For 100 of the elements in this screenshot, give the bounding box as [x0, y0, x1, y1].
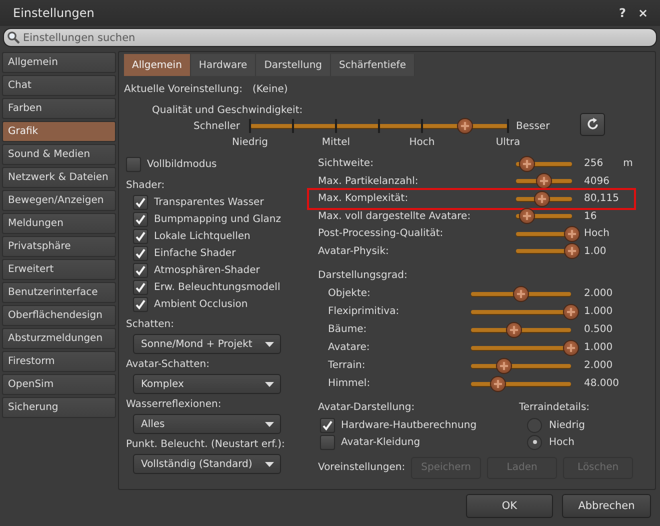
section-label: Avatar-Darstellung:	[318, 401, 416, 415]
setting-label: Avatar-Physik:	[318, 246, 390, 257]
sidebar-item[interactable]: Sicherung	[2, 397, 116, 418]
checkbox-label: Transparentes Wasser	[154, 197, 264, 208]
sidebar-item[interactable]: Absturzmeldungen	[2, 328, 116, 349]
tick-label: Hoch	[409, 137, 435, 148]
sidebar-item[interactable]: Erweitert	[2, 259, 116, 280]
search-field[interactable]: Einstellungen suchen	[3, 28, 657, 47]
radio-button[interactable]	[527, 418, 542, 432]
tab[interactable]: Schärfentiefe	[331, 54, 415, 76]
checkbox-label: Bumpmapping und Glanz	[154, 214, 281, 225]
section-label: Darstellungsgrad:	[317, 269, 408, 283]
slider-thumb[interactable]	[565, 226, 579, 241]
sidebar-item[interactable]: Allgemein	[2, 52, 116, 73]
dialog-button[interactable]: Abbrechen	[562, 494, 651, 518]
tick-label: Niedrig	[232, 137, 268, 148]
sidebar-item[interactable]: OpenSim	[2, 374, 116, 395]
checkbox-label: Erw. Beleuchtungsmodell	[154, 282, 280, 293]
checkbox[interactable]	[133, 195, 148, 210]
checkbox[interactable]	[133, 280, 148, 295]
tab[interactable]: Allgemein	[124, 54, 191, 76]
checkbox[interactable]	[133, 246, 148, 261]
unit-label: m	[623, 158, 633, 170]
sidebar-item[interactable]: Bewegen/Anzeigen	[2, 190, 116, 211]
quality-label: Qualität und Geschwindigkeit:	[152, 104, 304, 118]
tab[interactable]: Hardware	[190, 54, 256, 76]
slider-thumb[interactable]	[565, 244, 579, 258]
dropdown[interactable]: Alles	[133, 414, 281, 434]
field-label: Avatar-Schatten:	[126, 358, 210, 372]
checkbox-label: Hardware-Hautberechnung	[341, 420, 477, 430]
caret-icon	[265, 422, 274, 426]
sidebar-item[interactable]: Grafik	[2, 121, 116, 142]
sidebar-item[interactable]: Privatsphäre	[2, 236, 116, 257]
sidebar-item[interactable]: Netzwerk & Dateien	[2, 167, 116, 188]
setting-value: 1.000	[584, 306, 614, 317]
checkbox[interactable]	[133, 297, 148, 312]
setting-value: 1.000	[584, 342, 614, 353]
field-label: Wasserreflexionen:	[126, 398, 222, 412]
slider-thumb[interactable]	[520, 156, 534, 171]
setting-value: 256	[584, 158, 604, 170]
close-button[interactable]: ×	[638, 6, 648, 20]
search-icon	[7, 31, 20, 44]
dropdown[interactable]: Komplex	[133, 374, 281, 394]
tick-label: Ultra	[496, 137, 520, 148]
help-button[interactable]: ?	[618, 6, 626, 20]
slider-thumb[interactable]	[491, 376, 505, 390]
slider-thumb[interactable]	[514, 286, 528, 300]
slider-thumb[interactable]	[534, 192, 549, 206]
preset-value: (Keine)	[252, 84, 288, 94]
dropdown[interactable]: Sonne/Mond + Projekt	[133, 334, 281, 354]
setting-value: 0.500	[584, 324, 614, 335]
setting-value: Hoch	[584, 228, 610, 240]
checkbox[interactable]	[320, 434, 335, 450]
slider-thumb[interactable]	[458, 119, 472, 133]
setting-label: Himmel:	[328, 378, 372, 389]
setting-label: Flexiprimitiva:	[328, 306, 400, 317]
setting-value: 4096	[584, 176, 610, 187]
checkbox[interactable]	[126, 156, 141, 172]
radio-button[interactable]	[527, 434, 542, 450]
checkbox[interactable]	[133, 212, 148, 227]
dropdown[interactable]: Vollständig (Standard)	[133, 454, 281, 474]
tick-label: Mittel	[322, 137, 350, 148]
sidebar-item[interactable]: Sound & Medien	[2, 144, 116, 165]
caret-icon	[265, 462, 274, 466]
caret-icon	[265, 382, 274, 386]
field-label: Punkt. Beleucht. (Neustart erf.):	[126, 438, 286, 452]
slider-thumb[interactable]	[537, 174, 551, 188]
reset-button[interactable]	[580, 112, 605, 136]
dialog-button[interactable]: OK	[466, 494, 553, 518]
setting-label: Max. Partikelanzahl:	[318, 176, 420, 187]
checkbox-label: Lokale Lichtquellen	[154, 231, 250, 242]
setting-label: Max. Komplexität:	[318, 193, 410, 204]
slider-thumb[interactable]	[497, 358, 511, 372]
checkbox[interactable]	[133, 229, 148, 244]
radio-label: Niedrig	[549, 420, 585, 430]
sidebar-item[interactable]: Chat	[2, 75, 116, 96]
checkbox-label: Ambient Occlusion	[154, 299, 248, 310]
slider-thumb[interactable]	[564, 340, 578, 354]
refresh-icon	[586, 117, 600, 131]
caret-icon	[265, 342, 274, 346]
checkbox[interactable]	[133, 263, 148, 278]
setting-label: Objekte:	[328, 288, 372, 299]
sidebar-item[interactable]: Firestorm	[2, 351, 116, 372]
slider-thumb[interactable]	[564, 304, 578, 318]
sidebar-item[interactable]: Meldungen	[2, 213, 116, 234]
checkbox[interactable]	[320, 418, 335, 432]
slider-thumb[interactable]	[520, 209, 534, 224]
setting-label: Post-Processing-Qualität:	[318, 228, 444, 240]
sidebar-item[interactable]: Oberflächendesign	[2, 305, 116, 326]
sidebar-item[interactable]: Farben	[2, 98, 116, 119]
setting-value: 2.000	[584, 360, 614, 371]
slider-thumb[interactable]	[507, 322, 521, 336]
preset-label: Aktuelle Voreinstellung:	[124, 84, 243, 94]
sidebar-item[interactable]: Benutzerinterface	[2, 282, 116, 303]
field-label: Schatten:	[126, 318, 176, 332]
tab[interactable]: Darstellung	[256, 54, 332, 76]
window-title: Einstellungen	[13, 6, 96, 20]
section-label: Terraindetails:	[519, 401, 590, 415]
setting-value: 2.000	[584, 288, 614, 299]
setting-label: Terrain:	[328, 360, 366, 371]
